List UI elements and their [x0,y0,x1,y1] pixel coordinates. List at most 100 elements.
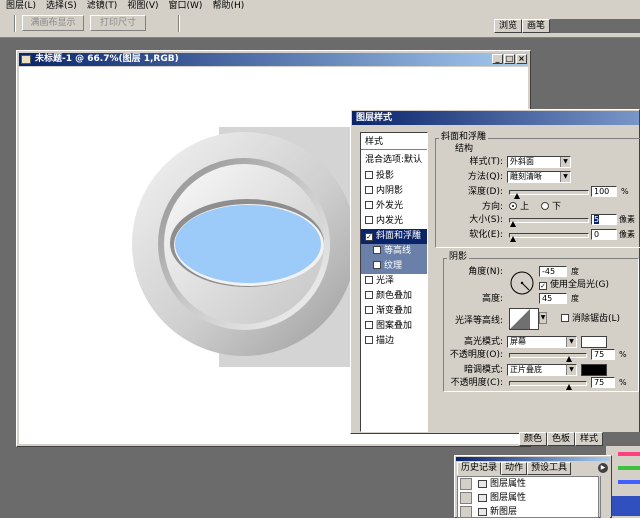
shadow-color-swatch[interactable] [581,364,607,376]
fill-screen-button[interactable]: 满画布显示 [22,15,84,31]
checkbox[interactable] [365,201,373,209]
style-item-drop-shadow[interactable]: 投影 [361,169,427,184]
slider-thumb[interactable] [514,193,520,199]
style-item-outer-glow[interactable]: 外发光 [361,199,427,214]
checkbox-checked[interactable]: ✓ [365,233,373,241]
global-light-option[interactable]: ✓ 使用全局光(G) [539,280,609,291]
technique-select[interactable]: 雕刻清晰 ▼ [507,171,571,183]
tab-styles[interactable]: 样式 [575,432,604,446]
print-size-button[interactable]: 打印尺寸 [90,15,146,31]
menu-select[interactable]: 选择(S) [46,0,77,12]
checkbox[interactable] [365,291,373,299]
checkbox[interactable] [365,336,373,344]
radio-down[interactable] [541,202,549,210]
soften-slider[interactable] [509,233,589,242]
panel-titlebar[interactable] [456,457,610,461]
highlight-mode-select[interactable]: 屏幕 ▼ [507,336,577,348]
minimize-button[interactable]: _ [492,54,503,64]
style-item-stroke[interactable]: 描边 [361,334,427,349]
history-item[interactable]: 图层属性 [458,491,598,505]
style-item-pattern-overlay[interactable]: 图案叠加 [361,319,427,334]
style-item-bevel-emboss[interactable]: ✓ 斜面和浮雕 [361,229,427,244]
layer-style-dialog: 图层样式 样式 混合选项:默认 投影 内阴影 外发光 内发光 ✓ 斜面和浮雕 等高… [350,109,640,434]
slider-thumb[interactable] [510,236,516,242]
structure-title: 结构 [455,144,474,154]
style-item-inner-shadow[interactable]: 内阴影 [361,184,427,199]
history-item[interactable]: 新图层 [458,505,598,518]
tab-swatches[interactable]: 色板 [547,432,576,446]
size-unit: 像素 [619,215,635,224]
radio-up[interactable] [509,202,517,210]
checkbox[interactable] [365,216,373,224]
antialias-option[interactable]: 消除锯齿(L) [561,314,620,325]
antialias-checkbox[interactable] [561,314,569,322]
style-select-value: 外斜面 [510,157,534,166]
tab-tool-presets[interactable]: 预设工具 [527,462,572,475]
tab-brushes[interactable]: 画笔 [522,19,551,33]
menu-window[interactable]: 窗口(W) [169,0,203,12]
history-item-label: 新图层 [490,507,518,517]
depth-input[interactable]: 100 [591,186,617,197]
style-select[interactable]: 外斜面 ▼ [507,156,571,168]
chevron-down-icon[interactable]: ▼ [539,312,547,324]
document-titlebar[interactable]: 未标题-1 @ 66.7%(图层 1,RGB) _ □ × [19,53,528,66]
history-source-box[interactable] [460,492,472,504]
style-item-gradient-overlay[interactable]: 渐变叠加 [361,304,427,319]
checkbox[interactable] [365,306,373,314]
style-item-inner-glow[interactable]: 内发光 [361,214,427,229]
dialog-title[interactable]: 图层样式 [352,111,639,125]
history-scrollbar[interactable] [600,476,610,518]
history-item[interactable]: 图层属性 [458,477,598,491]
tab-actions[interactable]: 动作 [501,462,528,475]
soften-input[interactable]: 0 [591,229,617,240]
checkbox[interactable] [365,276,373,284]
checkbox[interactable] [373,261,381,269]
depth-label: 深度(D): [468,187,503,197]
highlight-opacity-input[interactable]: 75 [591,349,615,360]
slider-thumb[interactable] [510,221,516,227]
angle-dial-icon[interactable] [509,270,535,296]
gloss-contour-picker[interactable] [509,308,539,330]
style-item-texture[interactable]: 纹理 [361,259,427,274]
maximize-button[interactable]: □ [504,54,515,64]
panel-menu-icon[interactable]: ▶ [598,463,608,473]
checkbox[interactable] [365,186,373,194]
slider-thumb[interactable] [566,384,572,390]
shadow-mode-select[interactable]: 正片叠底 ▼ [507,364,577,376]
style-item-color-overlay[interactable]: 颜色叠加 [361,289,427,304]
close-button[interactable]: × [516,54,527,64]
direction-down-option[interactable]: 下 [541,202,561,213]
direction-label: 方向: [481,202,503,212]
tab-color[interactable]: 颜色 [519,432,548,446]
shadow-opacity-slider[interactable] [509,381,587,390]
tab-history[interactable]: 历史记录 [457,462,502,475]
checkbox[interactable] [373,246,381,254]
global-light-checkbox[interactable]: ✓ [539,282,547,290]
menu-layer[interactable]: 图层(L) [6,0,36,12]
tab-browser[interactable]: 浏览 [494,19,523,33]
angle-input[interactable]: -45 [539,266,567,277]
history-source-box[interactable] [460,506,472,518]
blend-options-item[interactable]: 混合选项:默认 [361,153,427,168]
slider-thumb[interactable] [566,356,572,362]
direction-down-label: 下 [552,202,562,212]
document-title: 未标题-1 @ 66.7%(图层 1,RGB) [35,54,179,64]
altitude-input[interactable]: 45 [539,293,567,304]
menu-filter[interactable]: 滤镜(T) [87,0,118,12]
style-item-satin[interactable]: 光泽 [361,274,427,289]
direction-up-option[interactable]: 上 [509,202,529,213]
style-item-contour[interactable]: 等高线 [361,244,427,259]
shadow-opacity-input[interactable]: 75 [591,377,615,388]
highlight-opacity-slider[interactable] [509,353,587,362]
altitude-unit: 度 [571,294,579,303]
history-source-box[interactable] [460,478,472,490]
styles-header[interactable]: 样式 [361,135,427,150]
depth-slider[interactable] [509,190,589,199]
highlight-color-swatch[interactable] [581,336,607,348]
menu-help[interactable]: 帮助(H) [212,0,244,12]
size-input[interactable]: 5 [591,214,617,225]
menu-view[interactable]: 视图(V) [127,0,158,12]
checkbox[interactable] [365,321,373,329]
checkbox[interactable] [365,171,373,179]
size-slider[interactable] [509,218,589,227]
